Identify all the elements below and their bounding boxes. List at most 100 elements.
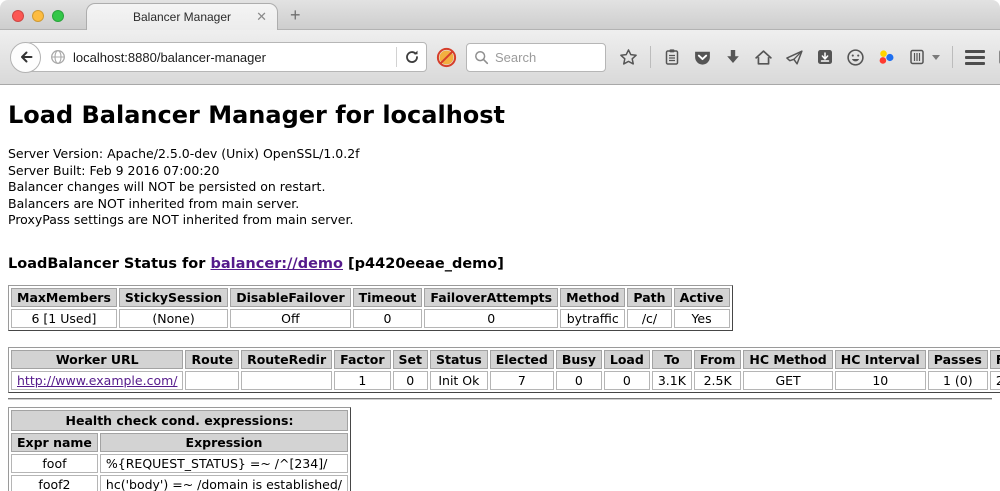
tab-title: Balancer Manager (133, 10, 231, 24)
column-header: Method (560, 288, 625, 307)
table-cell (241, 371, 332, 390)
table-cell: hc('body') =~ /domain is established/ (100, 475, 348, 491)
table-cell: 1 (334, 371, 390, 390)
column-header: HC Interval (835, 350, 926, 369)
column-header: StickySession (119, 288, 228, 307)
server-built-line: Server Built: Feb 9 2016 07:00:20 (8, 163, 992, 180)
search-icon (474, 50, 489, 65)
column-header: Busy (556, 350, 602, 369)
table-cell: 0 (604, 371, 650, 390)
column-header: Fails (990, 350, 1000, 369)
tab-strip: Balancer Manager ✕ + (0, 0, 1000, 30)
table-cell: foof2 (11, 475, 98, 491)
column-header: Factor (334, 350, 390, 369)
tab-close-icon[interactable]: ✕ (256, 9, 267, 24)
column-header: MaxMembers (11, 288, 117, 307)
search-input[interactable]: Search (466, 43, 606, 72)
urlbar-divider (396, 47, 397, 67)
tab-balancer-manager[interactable]: Balancer Manager ✕ (86, 3, 278, 30)
column-header: FailoverAttempts (424, 288, 558, 307)
balancer-heading-prefix: LoadBalancer Status for (8, 256, 205, 272)
table-cell: 3.1K (652, 371, 692, 390)
worker-url-link[interactable]: http://www.example.com/ (17, 373, 177, 388)
column-header: Active (674, 288, 730, 307)
table-cell: 0 (556, 371, 602, 390)
feedback-smiley-icon[interactable] (846, 48, 865, 67)
browser-window: Balancer Manager ✕ + localhost:8880/bala… (0, 0, 1000, 491)
reading-list-icon[interactable] (663, 48, 681, 66)
column-header: RouteRedir (241, 350, 332, 369)
column-header: Status (430, 350, 488, 369)
send-icon[interactable] (785, 48, 804, 67)
server-info: Server Version: Apache/2.5.0-dev (Unix) … (8, 146, 992, 229)
bookmark-star-icon[interactable] (619, 48, 638, 67)
table-cell: %{REQUEST_STATUS} =~ /^[234]/ (100, 454, 348, 473)
table-cell: 0 (393, 371, 428, 390)
close-button[interactable] (12, 10, 24, 22)
table-cell: Init Ok (430, 371, 488, 390)
table-cell: 0 (424, 309, 558, 328)
table-cell: 7 (490, 371, 554, 390)
table-cell (185, 371, 239, 390)
containers-icon[interactable] (908, 48, 926, 66)
section-divider (8, 398, 992, 400)
toolbar-divider (952, 46, 953, 68)
menu-icon[interactable] (965, 50, 985, 65)
table-row: 6 [1 Used](None)Off00bytraffic/c/Yes (11, 309, 730, 328)
table-cell: 6 [1 Used] (11, 309, 117, 328)
minimize-button[interactable] (32, 10, 44, 22)
health-check-table: Health check cond. expressions: Expr name… (8, 407, 351, 491)
url-text: localhost:8880/balancer-manager (73, 50, 389, 65)
column-header: Expression (100, 433, 348, 452)
table-cell: (None) (119, 309, 228, 328)
balancer-link[interactable]: balancer://demo (210, 256, 343, 272)
column-header: Path (627, 288, 671, 307)
column-header: Elected (490, 350, 554, 369)
column-header: DisableFailover (230, 288, 350, 307)
zoom-button[interactable] (52, 10, 64, 22)
column-header: HC Method (743, 350, 832, 369)
table-row: foof2hc('body') =~ /domain is establishe… (11, 475, 348, 491)
column-header: From (694, 350, 742, 369)
column-header: Set (393, 350, 428, 369)
column-header: Timeout (353, 288, 423, 307)
column-header: Load (604, 350, 650, 369)
back-button[interactable] (10, 42, 41, 73)
persist-notice-line: Balancer changes will NOT be persisted o… (8, 179, 992, 196)
plugin-blocked-icon[interactable] (436, 47, 457, 68)
window-controls (12, 10, 64, 22)
column-header: Expr name (11, 433, 98, 452)
page-title: Load Balancer Manager for localhost (8, 101, 992, 129)
table-cell: Off (230, 309, 350, 328)
colored-dots-extension-icon[interactable] (877, 48, 896, 67)
balancer-heading-suffix: [p4420eeae_demo] (348, 256, 504, 272)
url-bar[interactable]: localhost:8880/balancer-manager (27, 42, 427, 72)
chevron-down-icon[interactable] (932, 55, 940, 60)
balancer-heading: LoadBalancer Status for balancer://demo … (8, 256, 992, 272)
toolbar-icons (619, 46, 1000, 68)
table-cell: bytraffic (560, 309, 625, 328)
navigation-toolbar: localhost:8880/balancer-manager Search (0, 30, 1000, 85)
table-title: Health check cond. expressions: (11, 410, 348, 431)
toolbar-divider (650, 46, 651, 68)
globe-icon (50, 49, 66, 65)
reload-icon[interactable] (404, 49, 420, 65)
table-cell: 10 (835, 371, 926, 390)
pocket-icon[interactable] (693, 48, 712, 67)
new-tab-button[interactable]: + (290, 5, 301, 26)
save-page-icon[interactable] (816, 48, 834, 66)
table-cell: foof (11, 454, 98, 473)
home-icon[interactable] (754, 48, 773, 67)
table-cell: 2.5K (694, 371, 742, 390)
proxypass-notice-line: ProxyPass settings are NOT inherited fro… (8, 212, 992, 229)
page-content: Load Balancer Manager for localhost Serv… (0, 85, 1000, 491)
server-version-line: Server Version: Apache/2.5.0-dev (Unix) … (8, 146, 992, 163)
column-header: Route (185, 350, 239, 369)
inherit-notice-line: Balancers are NOT inherited from main se… (8, 196, 992, 213)
back-arrow-icon (17, 48, 35, 66)
table-cell: 1 (0) (928, 371, 988, 390)
table-cell: Yes (674, 309, 730, 328)
table-cell: http://www.example.com/ (11, 371, 183, 390)
downloads-icon[interactable] (724, 48, 742, 66)
worker-status-table: Worker URLRouteRouteRedirFactorSetStatus… (8, 347, 1000, 393)
